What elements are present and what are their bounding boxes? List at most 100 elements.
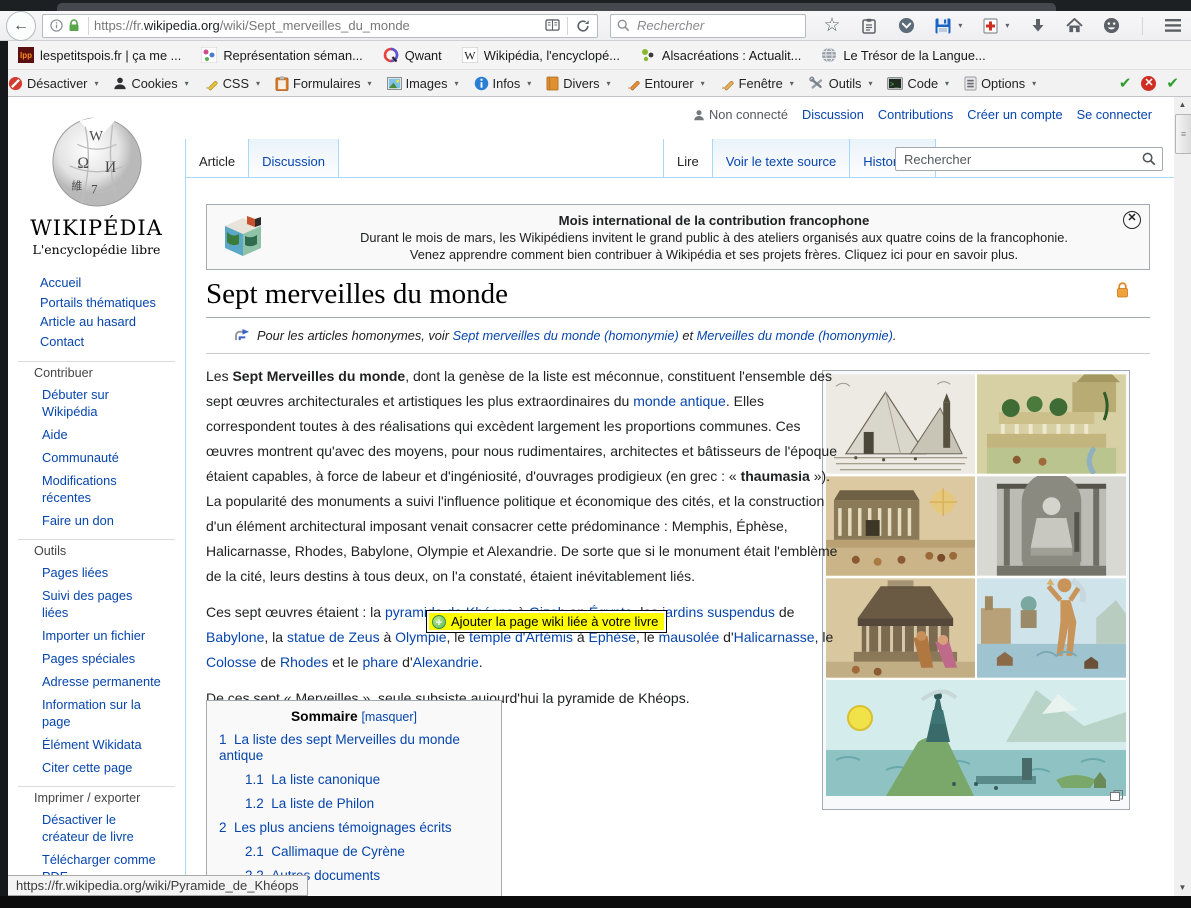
link-halicarnasse[interactable]: Halicarnasse (734, 629, 815, 645)
pocket-icon[interactable] (894, 13, 918, 39)
wonder-phare-image[interactable] (826, 680, 1126, 796)
sidebar-item-wikidata[interactable]: Élément Wikidata (42, 736, 162, 753)
wonder-jardins-image[interactable] (977, 374, 1126, 474)
wonders-figure[interactable] (822, 370, 1130, 810)
sidebar-item-information[interactable]: Information sur la page (42, 696, 162, 730)
link-jardins-suspendus[interactable]: jardins suspendus (662, 604, 775, 620)
bookmark-qwant[interactable]: Qwant (383, 47, 442, 63)
devbar-tools[interactable]: Outils ▾ (809, 76, 876, 91)
link-statue-zeus[interactable]: statue de Zeus (287, 629, 380, 645)
feedback-smiley-icon[interactable] (1100, 13, 1124, 39)
capture-dropdown-caret[interactable]: ▾ (1002, 21, 1012, 30)
link-alexandrie[interactable]: Alexandrie (413, 654, 479, 670)
sidebar-item-don[interactable]: Faire un don (42, 512, 162, 529)
sidebar-item-pages-liees[interactable]: Pages liées (42, 564, 162, 581)
book-creator-tooltip-inner[interactable]: + Ajouter la page wiki liée à votre livr… (429, 613, 665, 630)
toc-item-1[interactable]: 1 La liste des sept Merveilles du monde … (219, 732, 489, 764)
home-icon[interactable] (1063, 13, 1087, 39)
tab-article[interactable]: Article (185, 139, 250, 177)
check-icon-1[interactable]: ✔ (1119, 74, 1132, 92)
browser-search-input[interactable] (635, 17, 799, 34)
link-babylone[interactable]: Babylone (206, 629, 264, 645)
sidebar-item-portails[interactable]: Portails thématiques (40, 293, 185, 313)
sitenotice-banner[interactable]: Mois international de la contribution fr… (206, 204, 1150, 270)
sitenotice-line2[interactable]: Venez apprendre comment bien contribuer … (279, 246, 1149, 263)
page-scrollbar[interactable]: ▲ ≡ ▼ (1174, 97, 1191, 896)
link-rhodes[interactable]: Rhodes (280, 654, 328, 670)
bookmarks-menu-icon[interactable] (857, 13, 881, 39)
devbar-cookies[interactable]: Cookies ▾ (113, 76, 191, 91)
wonder-pyramide-image[interactable] (826, 374, 975, 474)
devbar-css[interactable]: CSS ▾ (204, 76, 263, 91)
devbar-options[interactable]: Options ▾ (964, 76, 1039, 91)
sidebar-item-speciales[interactable]: Pages spéciales (42, 650, 162, 667)
sidebar-item-aide[interactable]: Aide (42, 426, 162, 443)
devbar-disable[interactable]: Désactiver ▾ (8, 76, 101, 91)
wikipedia-logo[interactable]: W Ω И 7 維 WIKIPÉDIA L'encyclopédie libre (8, 111, 185, 257)
sidebar-item-createur-livre[interactable]: Désactiver le créateur de livre (42, 811, 162, 845)
devbar-outline[interactable]: Entourer ▾ (626, 76, 708, 91)
sidebar-item-communaute[interactable]: Communauté (42, 449, 162, 466)
personal-login-link[interactable]: Se connecter (1077, 107, 1152, 122)
secure-lock-icon[interactable] (65, 13, 83, 39)
wonder-temple-image[interactable] (826, 476, 975, 576)
enlarge-icon[interactable] (1110, 788, 1123, 806)
devbar-window[interactable]: Fenêtre ▾ (720, 76, 797, 91)
sidebar-item-suivi[interactable]: Suivi des pages liées (42, 587, 162, 621)
sidebar-item-hasard[interactable]: Article au hasard (40, 312, 185, 332)
toc-toggle-link[interactable]: [masquer] (361, 710, 417, 724)
capture-page-icon[interactable] (978, 13, 1002, 39)
downloads-icon[interactable] (1026, 13, 1050, 39)
bookmark-tresor-langue[interactable]: Le Trésor de la Langue... (821, 47, 986, 63)
sidebar-item-debuter[interactable]: Débuter sur Wikipédia (42, 386, 162, 420)
reader-mode-icon[interactable] (542, 13, 562, 39)
scroll-thumb[interactable]: ≡ (1175, 114, 1191, 154)
tab-lire[interactable]: Lire (663, 139, 713, 177)
abduction-button-group[interactable]: ▾ (978, 13, 1012, 39)
bookmark-star-icon[interactable]: ☆ (820, 13, 844, 39)
personal-discussion-link[interactable]: Discussion (802, 107, 864, 122)
devbar-misc[interactable]: Divers ▾ (546, 76, 613, 91)
error-cross-icon[interactable]: ✕ (1141, 75, 1157, 91)
sidebar-item-importer[interactable]: Importer un fichier (42, 627, 162, 644)
url-bar[interactable]: https://fr.wikipedia.org/wiki/Sept_merve… (42, 13, 598, 39)
link-colosse[interactable]: Colosse (206, 654, 257, 670)
wonder-mausolee-image[interactable] (826, 578, 975, 678)
bookmark-lespetitspois[interactable]: lpp lespetitspois.fr | ça me ... (18, 47, 181, 63)
sidebar-item-modifications[interactable]: Modifications récentes (42, 472, 162, 506)
tab-voir-source[interactable]: Voir le texte source (712, 139, 851, 177)
page-info-icon[interactable] (47, 13, 65, 39)
protection-lock-icon[interactable] (1116, 282, 1129, 303)
personal-create-account-link[interactable]: Créer un compte (967, 107, 1062, 122)
hatnote-link-2[interactable]: Merveilles du monde (homonymie) (697, 328, 893, 343)
toc-item-2[interactable]: 2 Les plus anciens témoignages écrits (219, 820, 489, 836)
toc-item-1-1[interactable]: 1.1 La liste canonique (245, 772, 489, 788)
wiki-search-box[interactable] (895, 147, 1163, 171)
devbar-infos[interactable]: Infos ▾ (474, 76, 535, 91)
personal-contributions-link[interactable]: Contributions (878, 107, 953, 122)
wonder-colosse-image[interactable] (977, 578, 1126, 678)
save-button-group[interactable]: ▾ (931, 13, 965, 39)
link-phare[interactable]: phare (362, 654, 398, 670)
wonder-zeus-image[interactable] (977, 476, 1126, 576)
bookmark-wikipedia[interactable]: W Wikipédia, l'encyclopé... (461, 47, 620, 63)
sidebar-item-permanente[interactable]: Adresse permanente (42, 673, 162, 690)
toc-item-1-2[interactable]: 1.2 La liste de Philon (245, 796, 489, 812)
bookmark-alsacreations[interactable]: Alsacréations : Actualit... (640, 47, 801, 63)
menu-hamburger-icon[interactable] (1161, 13, 1185, 39)
link-monde-antique[interactable]: monde antique (633, 393, 726, 409)
sidebar-item-citer[interactable]: Citer cette page (42, 759, 162, 776)
link-mausolee[interactable]: mausolée (659, 629, 720, 645)
url-text[interactable]: https://fr.wikipedia.org/wiki/Sept_merve… (94, 18, 542, 33)
check-icon-2[interactable]: ✔ (1166, 74, 1179, 92)
browser-tab-strip[interactable] (57, 3, 1056, 11)
back-button[interactable]: ← (6, 10, 36, 41)
save-dropdown-caret[interactable]: ▾ (955, 21, 965, 30)
wiki-search-input[interactable] (902, 150, 1142, 168)
hatnote-link-1[interactable]: Sept merveilles du monde (homonymie) (453, 328, 679, 343)
bookmark-representation[interactable]: Représentation séman... (201, 47, 363, 63)
devbar-images[interactable]: Images ▾ (386, 76, 462, 91)
sidebar-item-accueil[interactable]: Accueil (40, 273, 185, 293)
browser-search-box[interactable] (610, 13, 806, 38)
devbar-code[interactable]: >_ Code ▾ (887, 76, 952, 91)
